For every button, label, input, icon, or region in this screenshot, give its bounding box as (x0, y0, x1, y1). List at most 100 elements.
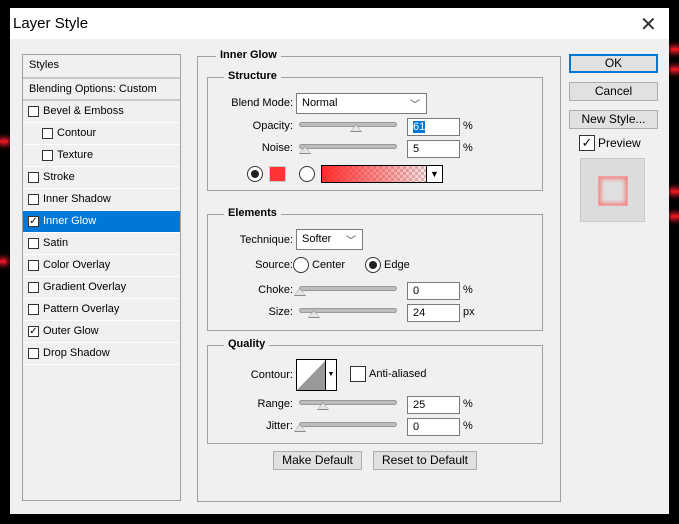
style-checkbox[interactable] (28, 260, 39, 271)
contour-picker[interactable]: ▼ (296, 359, 337, 391)
style-checkbox[interactable]: ✓ (28, 326, 39, 337)
noise-value: 5 (413, 143, 420, 155)
glow-color-swatch[interactable] (269, 166, 286, 182)
reset-to-default-button[interactable]: Reset to Default (373, 451, 477, 470)
jitter-slider[interactable] (299, 422, 397, 427)
solid-color-radio[interactable] (247, 166, 263, 182)
source-edge-radio[interactable] (365, 257, 381, 273)
style-item-label: Inner Shadow (43, 193, 111, 205)
blend-mode-label: Blend Mode: (231, 97, 293, 109)
style-item-drop-shadow[interactable]: Drop Shadow (23, 343, 180, 365)
contour-linear-icon (297, 360, 326, 390)
close-icon[interactable]: ✕ (640, 12, 657, 37)
style-item-inner-glow[interactable]: ✓ Inner Glow (23, 211, 180, 233)
noise-input[interactable]: 5 (407, 140, 460, 158)
style-checkbox[interactable] (28, 106, 39, 117)
style-checkbox[interactable] (28, 194, 39, 205)
ok-button[interactable]: OK (569, 54, 658, 73)
chevron-down-icon: ﹀ (346, 236, 356, 247)
style-item-pattern-overlay[interactable]: Pattern Overlay (23, 299, 180, 321)
range-unit: % (463, 398, 473, 410)
style-checkbox[interactable] (28, 348, 39, 359)
make-default-button[interactable]: Make Default (273, 451, 362, 470)
style-checkbox[interactable] (28, 238, 39, 249)
style-checkbox[interactable] (42, 128, 53, 139)
preview-label: Preview (598, 136, 641, 150)
structure-group: Structure Blend Mode: Normal ﹀ Opacity: 6… (207, 70, 543, 191)
style-item-contour[interactable]: Contour (23, 123, 180, 145)
range-label: Range: (257, 398, 293, 410)
style-item-label: Gradient Overlay (43, 281, 127, 293)
technique-value: Softer (302, 233, 332, 245)
panel-title: Inner Glow (216, 49, 281, 61)
style-item-gradient-overlay[interactable]: Gradient Overlay (23, 277, 180, 299)
new-style-button[interactable]: New Style... (569, 110, 658, 129)
range-slider-thumb[interactable] (317, 402, 329, 410)
style-item-label: Satin (43, 237, 69, 249)
style-checkbox[interactable] (42, 150, 53, 161)
range-value: 25 (413, 399, 426, 411)
choke-slider[interactable] (299, 286, 397, 291)
style-checkbox[interactable] (28, 172, 39, 183)
blend-mode-select[interactable]: Normal ﹀ (296, 93, 427, 114)
noise-unit: % (463, 142, 473, 154)
styles-list: Styles Blending Options: Custom Bevel & … (22, 54, 181, 501)
jitter-slider-thumb[interactable] (294, 424, 306, 432)
elements-title: Elements (224, 207, 281, 219)
source-center-label: Center (312, 259, 346, 271)
choke-input[interactable]: 0 (407, 282, 460, 300)
source-label: Source: (255, 259, 293, 271)
opacity-value: 61 (413, 121, 426, 133)
size-input[interactable]: 24 (407, 304, 460, 322)
gradient-radio[interactable] (299, 166, 315, 182)
choke-slider-thumb[interactable] (294, 288, 306, 296)
size-value: 24 (413, 307, 426, 319)
style-item-texture[interactable]: Texture (23, 145, 180, 167)
range-slider[interactable] (299, 400, 397, 405)
anti-aliased-checkbox[interactable] (350, 366, 366, 382)
gradient-picker[interactable]: ▼ (321, 165, 443, 183)
style-item-bevel-emboss[interactable]: Bevel & Emboss (23, 101, 180, 123)
range-input[interactable]: 25 (407, 396, 460, 414)
elements-group: Elements Technique: Softer ﹀ Source: Cent… (207, 207, 543, 331)
opacity-label: Opacity: (252, 120, 293, 132)
style-item-label: Color Overlay (43, 259, 111, 271)
style-item-label: Inner Glow (43, 215, 97, 227)
jitter-input[interactable]: 0 (407, 418, 460, 436)
dropdown-arrow-icon[interactable]: ▼ (426, 166, 442, 182)
background-neon (671, 68, 679, 71)
jitter-label: Jitter: (266, 420, 293, 432)
cancel-button[interactable]: Cancel (569, 82, 658, 101)
background-neon (0, 260, 6, 263)
size-unit: px (463, 306, 475, 318)
structure-title: Structure (224, 70, 281, 82)
noise-label: Noise: (261, 142, 293, 154)
style-item-color-overlay[interactable]: Color Overlay (23, 255, 180, 277)
noise-slider[interactable] (299, 144, 397, 149)
dropdown-arrow-icon[interactable]: ▼ (325, 360, 336, 390)
style-checkbox[interactable]: ✓ (28, 216, 39, 227)
technique-select[interactable]: Softer ﹀ (296, 229, 363, 250)
style-item-satin[interactable]: Satin (23, 233, 180, 255)
opacity-slider[interactable] (299, 122, 397, 127)
style-item-stroke[interactable]: Stroke (23, 167, 180, 189)
noise-slider-thumb[interactable] (298, 146, 311, 154)
style-checkbox[interactable] (28, 304, 39, 315)
style-checkbox[interactable] (28, 282, 39, 293)
background-neon (0, 140, 8, 143)
style-preview (580, 158, 645, 222)
source-center-radio[interactable] (293, 257, 309, 273)
preview-checkbox[interactable]: ✓ (579, 135, 595, 151)
style-item-inner-shadow[interactable]: Inner Shadow (23, 189, 180, 211)
size-slider-thumb[interactable] (307, 310, 320, 318)
style-item-label: Bevel & Emboss (43, 105, 124, 117)
styles-header[interactable]: Styles (23, 55, 180, 79)
style-item-outer-glow[interactable]: ✓ Outer Glow (23, 321, 180, 343)
quality-title: Quality (224, 338, 270, 350)
style-item-label: Texture (57, 149, 94, 161)
opacity-input[interactable]: 61 (407, 118, 460, 136)
blending-options[interactable]: Blending Options: Custom (23, 79, 180, 101)
opacity-slider-thumb[interactable] (350, 124, 363, 132)
size-label: Size: (268, 306, 293, 318)
style-item-label: Pattern Overlay (43, 303, 120, 315)
